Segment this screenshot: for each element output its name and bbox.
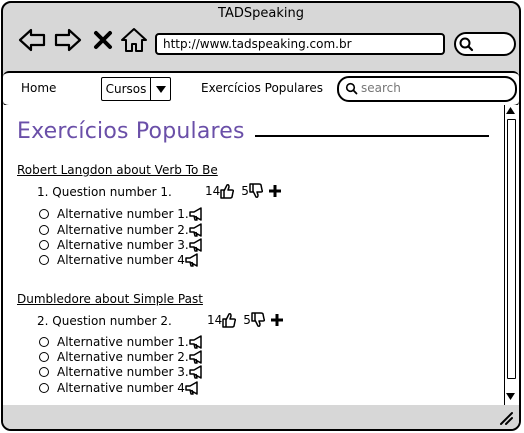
dislikes-count: 5 — [241, 184, 249, 198]
megaphone-icon[interactable] — [189, 350, 205, 364]
radio-button[interactable] — [39, 352, 49, 362]
alternative-label: Alternative number 1. — [57, 335, 189, 349]
thumbs-up-icon[interactable] — [222, 312, 237, 328]
megaphone-icon[interactable] — [185, 381, 201, 395]
title-divider — [255, 135, 489, 137]
menu-bar: Home Cursos Exercícios Populares search — [3, 71, 519, 107]
cursos-label: Cursos — [102, 78, 151, 100]
megaphone-icon[interactable] — [189, 335, 205, 349]
resize-grip-icon[interactable] — [499, 411, 513, 425]
search-input[interactable]: search — [337, 76, 517, 102]
thumbs-down-icon[interactable] — [249, 183, 263, 199]
megaphone-icon[interactable] — [189, 223, 205, 237]
scroll-down-icon[interactable] — [506, 393, 515, 401]
plus-icon[interactable] — [270, 314, 283, 326]
cursos-dropdown[interactable]: Cursos — [101, 77, 171, 101]
radio-button[interactable] — [39, 367, 49, 377]
exercise-title-link[interactable]: Dumbledore about Simple Past — [17, 292, 203, 306]
menu-home-link[interactable]: Home — [21, 81, 56, 95]
exercise-title-link[interactable]: Robert Langdon about Verb To Be — [17, 163, 218, 177]
menu-popular-link[interactable]: Exercícios Populares — [201, 81, 323, 95]
radio-button[interactable] — [39, 225, 49, 235]
home-icon[interactable] — [119, 25, 149, 55]
vote-group: 14 5 — [207, 312, 283, 328]
megaphone-icon[interactable] — [189, 365, 205, 379]
question-text: 2. Question number 2. — [37, 314, 172, 328]
likes-count: 14 — [207, 313, 223, 327]
megaphone-icon[interactable] — [189, 207, 205, 221]
main-content: Exercícios Populares Robert Langdon abou… — [3, 105, 519, 407]
scroll-up-icon[interactable] — [506, 107, 515, 115]
status-bar — [3, 405, 519, 429]
alternative-label: Alternative number 2. — [57, 223, 189, 237]
alternative-option[interactable]: Alternative number 1. — [39, 335, 205, 349]
megaphone-icon[interactable] — [185, 253, 201, 267]
radio-button[interactable] — [39, 255, 49, 265]
radio-button[interactable] — [39, 209, 49, 219]
scroll-thumb[interactable] — [507, 119, 516, 379]
alternative-label: Alternative number 4 — [57, 381, 185, 395]
radio-button[interactable] — [39, 240, 49, 250]
search-icon — [459, 37, 474, 52]
search-placeholder: search — [361, 81, 401, 95]
back-arrow-icon[interactable] — [17, 25, 47, 55]
alternative-option[interactable]: Alternative number 2. — [39, 223, 205, 237]
search-icon — [345, 82, 358, 95]
url-field[interactable]: http://www.tadspeaking.com.br — [155, 33, 445, 55]
alternative-option[interactable]: Alternative number 2. — [39, 350, 205, 364]
alternative-option[interactable]: Alternative number 3. — [39, 365, 205, 379]
forward-arrow-icon[interactable] — [53, 25, 83, 55]
vote-group: 14 5 — [205, 183, 281, 199]
alternative-label: Alternative number 1. — [57, 207, 189, 221]
close-icon[interactable] — [91, 25, 115, 55]
likes-count: 14 — [205, 184, 221, 198]
thumbs-down-icon[interactable] — [251, 312, 265, 328]
window-title: TADSpeaking — [218, 6, 304, 21]
alternative-option[interactable]: Alternative number 1. — [39, 207, 205, 221]
question-text: 1. Question number 1. — [37, 185, 172, 199]
radio-button[interactable] — [39, 383, 49, 393]
toolbar-search-field[interactable] — [454, 32, 516, 56]
plus-icon[interactable] — [268, 185, 281, 197]
alternative-label: Alternative number 3. — [57, 238, 189, 252]
alternative-option[interactable]: Alternative number 3. — [39, 238, 205, 252]
vertical-scrollbar[interactable] — [504, 105, 517, 405]
alternative-option[interactable]: Alternative number 4 — [39, 253, 201, 267]
alternative-option[interactable]: Alternative number 4 — [39, 381, 201, 395]
radio-button[interactable] — [39, 337, 49, 347]
alternative-label: Alternative number 2. — [57, 350, 189, 364]
page-title: Exercícios Populares — [17, 119, 245, 144]
megaphone-icon[interactable] — [189, 238, 205, 252]
alternative-label: Alternative number 4 — [57, 253, 185, 267]
chevron-down-icon — [156, 86, 166, 93]
alternative-label: Alternative number 3. — [57, 365, 189, 379]
thumbs-up-icon[interactable] — [220, 183, 235, 199]
browser-window: TADSpeaking http://www.tadspeaking.com.b… — [1, 1, 521, 431]
dislikes-count: 5 — [243, 313, 251, 327]
